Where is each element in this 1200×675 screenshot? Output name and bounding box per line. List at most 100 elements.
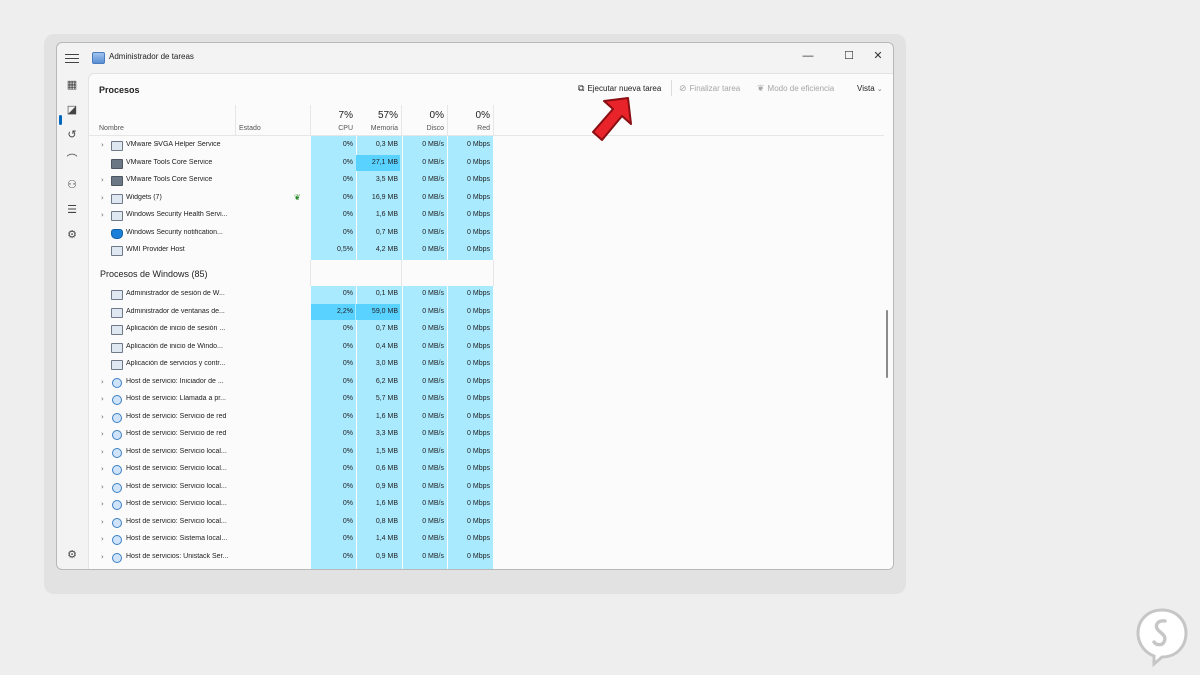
app-history-icon[interactable]: ↺ bbox=[64, 127, 80, 143]
cpu-cell: 0,5% bbox=[337, 246, 353, 253]
disk-cell: 0 MB/s bbox=[422, 517, 444, 525]
column-header: ︿ Nombre Estado 7% CPU 57% Memoria 0% Di… bbox=[89, 105, 884, 147]
processes-icon[interactable]: ▦ bbox=[64, 77, 80, 93]
network-cell: 0 Mbps bbox=[467, 395, 490, 402]
chevron-right-icon[interactable]: › bbox=[101, 378, 104, 386]
column-name[interactable]: Nombre bbox=[99, 125, 124, 132]
table-row[interactable]: › Host de servicios: Unistack Ser... 0% 0,9… bbox=[89, 549, 493, 566]
table-row[interactable]: Administrador de sesión de W... 0% 0,1 MB 0… bbox=[89, 286, 493, 303]
cpu-cell: 0% bbox=[342, 141, 353, 148]
memory-cell: 1,6 MB bbox=[375, 500, 398, 507]
table-row[interactable]: Administrador de ventanas de... 2,2% 59,0 … bbox=[89, 303, 493, 321]
column-divider bbox=[401, 105, 402, 135]
performance-icon[interactable]: ◪ bbox=[64, 102, 80, 118]
memory-percent: 57% bbox=[377, 110, 398, 121]
chevron-right-icon[interactable]: › bbox=[101, 395, 104, 403]
table-row[interactable]: › Host de servicio: Llamada a pr... 0% 5,7 … bbox=[89, 391, 493, 408]
cpu-cell: 0% bbox=[342, 290, 353, 297]
process-name: Administrador de sesión de W... bbox=[126, 290, 225, 297]
task-manager-window: Administrador de tareas — ☐ ✕ ▦ ◪ ↺ ⌒ ⚇ … bbox=[56, 42, 894, 570]
run-new-task-button[interactable]: ⧉ Ejecutar nueva tarea bbox=[578, 84, 661, 94]
cpu-percent: 7% bbox=[338, 110, 353, 121]
cpu-cell: 0% bbox=[342, 430, 353, 437]
table-row[interactable]: Aplicación de inicio de Windo... 0% 0,4 MB… bbox=[89, 339, 493, 356]
table-row[interactable]: › VMware SVGA Helper Service 0% 0,3 MB 0 MB/… bbox=[89, 137, 493, 154]
table-row[interactable]: VMware Tools Core Service 0% 27,1 MB 0 MB/s… bbox=[89, 154, 493, 172]
network-cell: 0 Mbps bbox=[467, 246, 490, 253]
column-memory[interactable]: Memoria bbox=[356, 125, 398, 132]
chevron-right-icon[interactable]: › bbox=[101, 176, 104, 184]
table-row[interactable]: › Host de servicio: Iniciador de ... 0% 6,2… bbox=[89, 374, 493, 391]
chevron-right-icon[interactable]: › bbox=[101, 535, 104, 543]
cpu-cell: 0% bbox=[342, 342, 353, 350]
memory-cell: 1,6 MB bbox=[375, 211, 398, 218]
column-divider bbox=[235, 105, 236, 135]
memory-cell: 4,2 MB bbox=[375, 246, 398, 253]
disk-cell: 0 MB/s bbox=[422, 246, 444, 253]
hamburger-menu-icon[interactable] bbox=[65, 51, 79, 65]
table-row[interactable]: Windows Security notification... 0% 0,7 MB… bbox=[89, 225, 493, 242]
chevron-right-icon[interactable]: › bbox=[101, 465, 104, 473]
table-row[interactable]: › Host de servicio: Servicio local... 0% 1,… bbox=[89, 444, 493, 461]
table-row[interactable]: › Host de servicio: Sistema local... 0% 1,4… bbox=[89, 531, 493, 548]
table-row[interactable]: › Host de servicio: Servicio de red 0% 3,3 … bbox=[89, 426, 493, 443]
details-icon[interactable]: ☰ bbox=[64, 202, 80, 218]
table-row[interactable]: Aplicación de inicio de sesión ... 0% 0,7 … bbox=[89, 321, 493, 338]
vertical-scrollbar[interactable] bbox=[886, 310, 888, 378]
maximize-button[interactable]: ☐ bbox=[836, 46, 862, 66]
end-task-button[interactable]: ⊘ Finalizar tarea bbox=[679, 84, 740, 94]
chevron-right-icon[interactable]: › bbox=[101, 194, 104, 202]
startup-icon[interactable]: ⌒ bbox=[64, 152, 80, 168]
process-name: VMware Tools Core Service bbox=[126, 176, 213, 183]
column-cpu[interactable]: CPU bbox=[311, 125, 353, 132]
column-network[interactable]: Red bbox=[448, 125, 490, 132]
column-status[interactable]: Estado bbox=[239, 125, 261, 132]
chevron-right-icon[interactable]: › bbox=[101, 518, 104, 526]
chevron-right-icon[interactable]: › bbox=[101, 413, 104, 421]
process-name: Host de servicios: Unistack Ser... bbox=[126, 552, 229, 560]
efficiency-mode-button[interactable]: ❦ Modo de eficiencia bbox=[757, 84, 834, 94]
chevron-right-icon[interactable]: › bbox=[101, 500, 104, 508]
memory-cell: 16,9 MB bbox=[371, 193, 398, 201]
chevron-right-icon[interactable]: › bbox=[101, 553, 104, 561]
chevron-right-icon[interactable]: › bbox=[101, 483, 104, 491]
close-button[interactable]: ✕ bbox=[865, 46, 891, 66]
watermark-logo-icon bbox=[1136, 608, 1188, 667]
disk-cell: 0 MB/s bbox=[422, 500, 444, 507]
table-row[interactable]: › Host de servicio: Servicio local... 0% 0,… bbox=[89, 514, 493, 531]
disk-cell: 0 MB/s bbox=[422, 447, 444, 455]
view-dropdown[interactable]: Vista ⌄ bbox=[857, 84, 883, 93]
settings-icon[interactable]: ⚙ bbox=[64, 547, 80, 563]
table-row[interactable]: › Host de servicio: Servicio local... 0% 0,… bbox=[89, 479, 493, 496]
process-name: Host de servicio: Llamada a pr... bbox=[126, 395, 226, 402]
chevron-right-icon[interactable]: › bbox=[101, 211, 104, 219]
services-icon[interactable]: ⚙ bbox=[64, 227, 80, 243]
process-name: WMI Provider Host bbox=[126, 246, 185, 253]
chevron-right-icon[interactable]: › bbox=[101, 448, 104, 456]
process-name: Host de servicio: Servicio local... bbox=[126, 517, 227, 525]
minimize-button[interactable]: — bbox=[795, 46, 821, 66]
table-row[interactable]: › Windows Security Health Servi... 0% 1,6 M… bbox=[89, 207, 493, 224]
table-row[interactable]: › Host de servicio: Servicio local... 0% 0,… bbox=[89, 461, 493, 478]
group-header-windows-processes[interactable]: Procesos de Windows (85) bbox=[100, 269, 208, 279]
table-row[interactable]: › VMware Tools Core Service 0% 3,5 MB 0 MB/s… bbox=[89, 172, 493, 189]
table-row[interactable]: WMI Provider Host 0,5% 4,2 MB 0 MB/s 0 Mbps bbox=[89, 242, 493, 259]
table-row[interactable]: › Widgets (7) ❦ 0% 16,9 MB 0 MB/s 0 Mbps bbox=[89, 190, 493, 207]
disk-cell: 0 MB/s bbox=[422, 158, 444, 166]
table-row[interactable]: Aplicación de servicios y contr... 0% 3,0 … bbox=[89, 356, 493, 373]
column-disk[interactable]: Disco bbox=[402, 125, 444, 132]
title-bar[interactable]: Administrador de tareas — ☐ ✕ bbox=[57, 43, 893, 73]
chevron-right-icon[interactable]: › bbox=[101, 430, 104, 438]
network-cell: 0 Mbps bbox=[467, 482, 490, 490]
network-cell: 0 Mbps bbox=[467, 535, 490, 542]
chevron-right-icon[interactable]: › bbox=[101, 141, 104, 149]
service-gear-icon bbox=[112, 465, 122, 475]
service-gear-icon bbox=[112, 395, 122, 405]
memory-cell: 6,2 MB bbox=[375, 377, 398, 385]
cpu-cell: 0% bbox=[342, 360, 353, 367]
table-row[interactable]: › Host de servicio: Servicio de red 0% 1,6 … bbox=[89, 409, 493, 426]
users-icon[interactable]: ⚇ bbox=[64, 177, 80, 193]
table-row[interactable]: › Host de servicio: Servicio local... 0% 1,… bbox=[89, 496, 493, 513]
process-name: Host de servicio: Servicio local... bbox=[126, 482, 227, 490]
processes-panel: Procesos ⧉ Ejecutar nueva tarea ⊘ Finaliza… bbox=[88, 73, 893, 569]
